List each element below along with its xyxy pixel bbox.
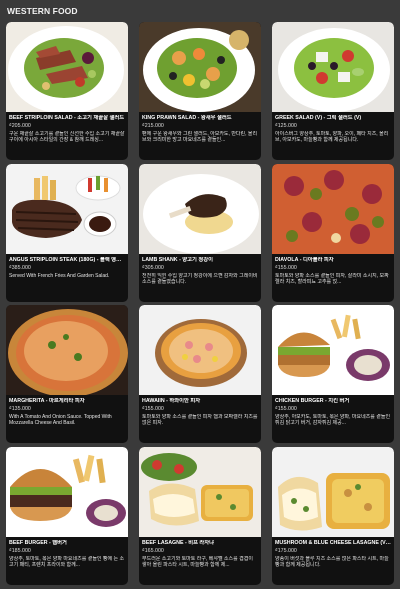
menu-item-beef-striploin-salad[interactable]: BEEF STRIPLOIN SALAD - 소고기 채끝살 샐러드 ₫205.…: [6, 22, 128, 160]
item-price: ₫205.000: [9, 123, 31, 129]
item-name: DIAVOLA - 디아볼라 피자: [275, 257, 334, 263]
item-price: ₫125.000: [275, 123, 297, 129]
item-name: HAWAIIN - 하와이안 피자: [142, 398, 201, 404]
item-price: ₫165.000: [142, 548, 164, 554]
item-description: With A Tomato And Onion Sauce. Topped Wi…: [9, 413, 112, 426]
menu-item-beef-lasagne[interactable]: BEEF LASAGNE - 비프 라자냐 ₫165.000 부드러운 소고기와…: [139, 447, 261, 585]
item-description: 팬에 구운 왕새우와 그린 샐러드, 아보카도, 만다린, 올리브와 크리미한 …: [142, 130, 258, 143]
item-name: CHICKEN BURGER - 치킨 버거: [275, 398, 350, 404]
item-name: KING PRAWN SALAD - 왕새우 샐러드: [142, 115, 232, 121]
menu-item-king-prawn-salad[interactable]: KING PRAWN SALAD - 왕새우 샐러드 ₫215.000 팬에 구…: [139, 22, 261, 160]
menu-item-chicken-burger[interactable]: CHICKEN BURGER - 치킨 버거 ₫155.000 양상추, 아보카…: [272, 305, 394, 443]
item-price: ₫305.000: [142, 265, 164, 271]
lamb-shank-photo: [139, 164, 261, 254]
item-description: 부드러운 소고기와 토마토 라구, 베샤멜 소스를 겹겹이 쌓아 올린 파스타 …: [142, 555, 253, 568]
item-price: ₫185.000: [9, 548, 31, 554]
item-description: 구운 채끝살 소고기를 곁들인 신선한 수입 소고기 채끝살 구이에 아시아 스…: [9, 130, 125, 143]
greek-salad-photo: [272, 22, 394, 112]
item-price: ₫215.000: [142, 123, 164, 129]
diavola-pizza-photo: [272, 164, 394, 254]
item-price: ₫155.000: [275, 265, 297, 271]
item-description: Served With French Fries And Garden Sala…: [9, 272, 110, 279]
item-price: ₫175.000: [275, 548, 297, 554]
chicken-burger-photo: [272, 305, 394, 395]
item-description: 양송이 버섯과 블루 치즈 소스를 얹은 파스타 시트, 마늘빵과 함께 제공됩…: [275, 555, 389, 568]
menu-item-greek-salad[interactable]: GREEK SALAD (V) - 그릭 샐러드 (V) ₫125.000 아이…: [272, 22, 394, 160]
item-description: 양상추, 아보카도, 토마토, 볶은 양파, 마요네즈를 곁들인 튀김 닭고기 …: [275, 413, 391, 426]
item-name: BEEF LASAGNE - 비프 라자냐: [142, 540, 215, 546]
item-description: 양상추, 토마토, 볶은 양파 마요네즈를 곁들인 빵에 든 소고기 패티, 프…: [9, 555, 125, 568]
hawaiian-pizza-photo: [139, 305, 261, 395]
mushroom-lasagne-photo: [272, 447, 394, 537]
menu-item-beef-burger[interactable]: BEEF BURGER - 햄버거 ₫185.000 양상추, 토마토, 볶은 …: [6, 447, 128, 585]
item-price: ₫155.000: [275, 406, 297, 412]
menu-item-lamb-shank[interactable]: LAMB SHANK - 양고기 정강이 ₫305.000 천천히 익힌 수입 …: [139, 164, 261, 302]
menu-item-diavola-pizza[interactable]: DIAVOLA - 디아볼라 피자 ₫155.000 토마토와 양파 소스를 곁…: [272, 164, 394, 302]
item-price: ₫385.000: [9, 265, 31, 271]
menu-item-margherita-pizza[interactable]: MARGHERITA - 마르게리타 피자 ₫135.000 With A To…: [6, 305, 128, 443]
item-price: ₫155.000: [142, 406, 164, 412]
margherita-pizza-photo: [6, 305, 128, 395]
steak-photo: [6, 164, 128, 254]
menu-item-hawaiian-pizza[interactable]: HAWAIIN - 하와이안 피자 ₫155.000 토마토와 양파 소스를 곁…: [139, 305, 261, 443]
item-name: ANGUS STRIPLOIN STEAK (180G) - 블랙 앵거...: [9, 257, 125, 263]
item-description: 토마토와 양파 소스를 곁들인 피자 햄과 모짜렐라 치즈를 얹은 피자.: [142, 413, 258, 426]
beef-salad-photo: [6, 22, 128, 112]
item-name: MUSHROOM & BLUE CHEESE LASAGNE (V) -...: [275, 540, 391, 546]
menu-item-angus-striploin-steak[interactable]: ANGUS STRIPLOIN STEAK (180G) - 블랙 앵거... …: [6, 164, 128, 302]
item-name: BEEF BURGER - 햄버거: [9, 540, 67, 546]
item-name: LAMB SHANK - 양고기 정강이: [142, 257, 214, 263]
item-name: BEEF STRIPLOIN SALAD - 소고기 채끝살 샐러드: [9, 115, 125, 121]
item-description: 천천히 익힌 수입 양고기 정강이에 으깬 감자와 그레이비 소스를 곁들였습니…: [142, 272, 258, 285]
beef-lasagne-photo: [139, 447, 261, 537]
beef-burger-photo: [6, 447, 128, 537]
item-name: GREEK SALAD (V) - 그릭 샐러드 (V): [275, 115, 362, 121]
item-name: MARGHERITA - 마르게리타 피자: [9, 398, 85, 404]
item-price: ₫135.000: [9, 406, 31, 412]
prawn-salad-photo: [139, 22, 261, 112]
menu-item-mushroom-blue-cheese-lasagne[interactable]: MUSHROOM & BLUE CHEESE LASAGNE (V) -... …: [272, 447, 394, 585]
menu-grid: BEEF STRIPLOIN SALAD - 소고기 채끝살 샐러드 ₫205.…: [0, 0, 400, 589]
item-description: 아이스버그 양상추, 토마토, 양파, 오이, 페타 치즈, 올리브, 아보카도…: [275, 130, 389, 143]
item-description: 토마토와 양파 소스를 곁들인 피자, 살라미 소시지, 모짜렐라 치즈, 할라…: [275, 272, 389, 285]
